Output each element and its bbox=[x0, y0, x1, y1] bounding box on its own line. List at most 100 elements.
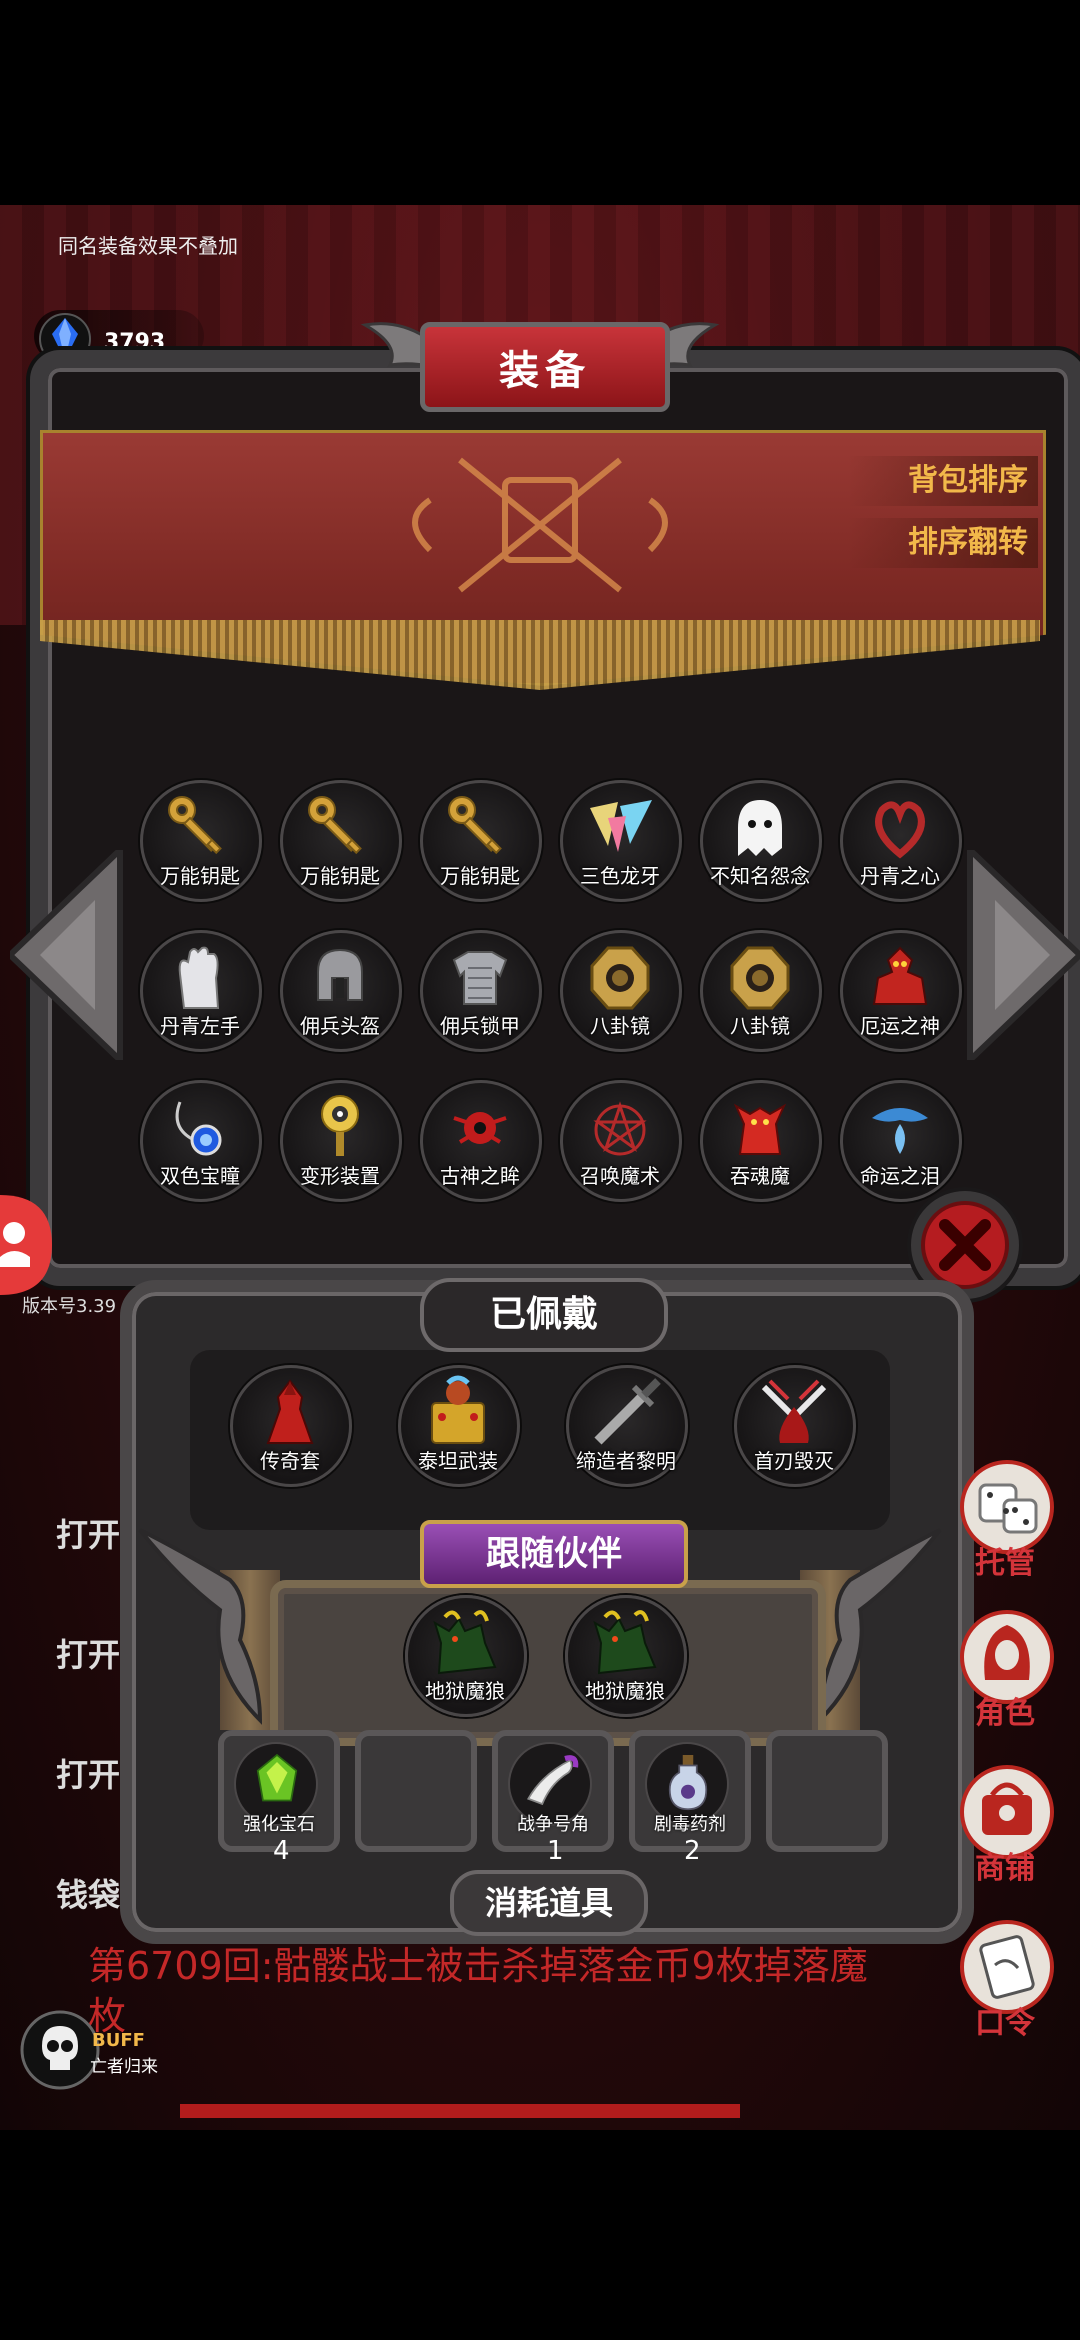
consumables-title: 消耗道具 bbox=[450, 1870, 648, 1936]
consumable-slot[interactable] bbox=[766, 1730, 888, 1852]
horn-icon bbox=[526, 1755, 579, 1806]
consumable-count: 1 bbox=[547, 1836, 564, 1866]
buff-name: 亡者归来 bbox=[90, 2057, 158, 2077]
dragon-statue-right-icon bbox=[817, 1528, 942, 1725]
inventory-slot[interactable]: 变形装置 bbox=[280, 1080, 402, 1202]
inventory-slot[interactable]: 八卦镜 bbox=[700, 930, 822, 1052]
crossed-swords-emblem-icon bbox=[412, 457, 668, 593]
slot-label: 古神之眸 bbox=[440, 1164, 520, 1188]
sort-bag-button[interactable]: 背包排序 bbox=[848, 456, 1038, 506]
blade-icon bbox=[761, 1379, 827, 1443]
robe-icon bbox=[266, 1379, 314, 1444]
version-label: 版本号3.39 bbox=[22, 1296, 117, 1317]
log-line: 打开 bbox=[56, 1516, 121, 1554]
potion-icon bbox=[668, 1755, 708, 1811]
partners-title: 跟随伙伴 bbox=[420, 1520, 688, 1588]
slot-label: 双色宝瞳 bbox=[160, 1164, 240, 1188]
slot-label: 佣兵头盔 bbox=[300, 1014, 380, 1038]
inventory-slot[interactable]: 佣兵锁甲 bbox=[420, 930, 542, 1052]
key-icon bbox=[168, 796, 222, 855]
code-button[interactable]: 口令 bbox=[955, 1920, 1065, 2041]
slot-label: 战争号角 bbox=[517, 1814, 589, 1835]
heart-icon bbox=[875, 801, 925, 859]
inventory-slot[interactable]: 召唤魔术 bbox=[560, 1080, 682, 1202]
inventory-slot[interactable]: 丹青之心 bbox=[840, 780, 962, 902]
bagua-mirror-icon bbox=[730, 946, 790, 1010]
slot-label: 万能钥匙 bbox=[300, 864, 380, 888]
bagua-mirror-icon bbox=[590, 946, 650, 1010]
consumable-slot[interactable]: 剧毒药剂 bbox=[629, 1730, 751, 1852]
key-icon bbox=[308, 796, 362, 855]
consumable-count: 2 bbox=[684, 1836, 701, 1866]
inventory-slot[interactable]: 万能钥匙 bbox=[280, 780, 402, 902]
player-avatar-icon[interactable] bbox=[0, 1195, 52, 1295]
menu-label: 口令 bbox=[975, 2006, 1035, 2041]
sort-reverse-button[interactable]: 排序翻转 bbox=[848, 518, 1038, 568]
log-line: 打开 bbox=[56, 1756, 121, 1794]
shop-button[interactable]: 商铺 bbox=[955, 1765, 1065, 1886]
hellwolf-icon bbox=[593, 1610, 657, 1675]
auto-play-button[interactable]: 托管 bbox=[955, 1460, 1065, 1581]
inventory-slot[interactable]: 丹青左手 bbox=[140, 930, 262, 1052]
hint-text: 同名装备效果不叠加 bbox=[58, 234, 238, 258]
prev-page-arrow-icon[interactable] bbox=[10, 850, 130, 1060]
equipped-slot[interactable]: 缔造者黎明 bbox=[566, 1365, 688, 1487]
inventory-slot[interactable]: 三色龙牙 bbox=[560, 780, 682, 902]
device-icon bbox=[321, 1095, 359, 1156]
key-icon bbox=[448, 796, 502, 855]
menu-label: 托管 bbox=[975, 1546, 1035, 1581]
amulet-icon bbox=[175, 1101, 222, 1156]
inventory-slot[interactable]: 万能钥匙 bbox=[420, 780, 542, 902]
slot-label: 首刃毁灭 bbox=[754, 1449, 834, 1473]
progress-bar bbox=[180, 2104, 740, 2118]
pentagram-icon bbox=[593, 1101, 647, 1156]
slot-label: 厄运之神 bbox=[860, 1014, 940, 1038]
inventory-slot[interactable]: 命运之泪 bbox=[840, 1080, 962, 1202]
equipped-slot[interactable]: 传奇套 bbox=[230, 1365, 352, 1487]
slot-label: 地狱魔狼 bbox=[425, 1679, 505, 1703]
red-demon-icon bbox=[733, 1103, 787, 1155]
slot-label: 剧毒药剂 bbox=[654, 1814, 726, 1835]
consumable-slot[interactable]: 强化宝石 bbox=[218, 1730, 340, 1852]
inventory-slot[interactable]: 佣兵头盔 bbox=[280, 930, 402, 1052]
dragon-fang-icon bbox=[590, 800, 652, 852]
skull-buff-icon[interactable] bbox=[20, 2010, 100, 2090]
equipped-title: 已佩戴 bbox=[420, 1278, 668, 1352]
inventory-slot[interactable]: 吞魂魔 bbox=[700, 1080, 822, 1202]
armor-icon bbox=[452, 951, 508, 1005]
green-gem-icon bbox=[256, 1753, 298, 1802]
buff-label: BUFF bbox=[92, 2030, 145, 2051]
slot-label: 佣兵锁甲 bbox=[440, 1014, 520, 1038]
partner-slot[interactable]: 地狱魔狼 bbox=[405, 1595, 527, 1717]
slot-label: 缔造者黎明 bbox=[576, 1449, 676, 1473]
inventory-slot[interactable]: 古神之眸 bbox=[420, 1080, 542, 1202]
equipped-slot[interactable]: 泰坦武装 bbox=[398, 1365, 520, 1487]
log-line: 打开 bbox=[56, 1636, 121, 1674]
consumable-slot[interactable]: 战争号角 bbox=[492, 1730, 614, 1852]
next-page-arrow-icon[interactable] bbox=[960, 850, 1080, 1060]
log-line: 钱袋 bbox=[56, 1876, 121, 1914]
inventory-slot[interactable]: 厄运之神 bbox=[840, 930, 962, 1052]
slot-label: 传奇套 bbox=[260, 1449, 320, 1473]
ghost-icon bbox=[738, 800, 782, 856]
slot-label: 泰坦武装 bbox=[418, 1449, 498, 1473]
sword-icon bbox=[594, 1378, 661, 1445]
helmet-icon bbox=[317, 948, 363, 1001]
equipped-slot[interactable]: 首刃毁灭 bbox=[734, 1365, 856, 1487]
slot-label: 不知名怨念 bbox=[710, 864, 810, 888]
inventory-slot[interactable]: 不知名怨念 bbox=[700, 780, 822, 902]
slot-label: 三色龙牙 bbox=[580, 864, 660, 888]
slot-label: 强化宝石 bbox=[243, 1814, 315, 1835]
glove-icon bbox=[178, 946, 220, 1009]
partner-frame bbox=[270, 1580, 826, 1746]
slot-label: 八卦镜 bbox=[730, 1014, 790, 1038]
partner-slot[interactable]: 地狱魔狼 bbox=[565, 1595, 687, 1717]
consumable-slot[interactable] bbox=[355, 1730, 477, 1852]
tear-icon bbox=[872, 1108, 928, 1154]
inventory-slot[interactable]: 双色宝瞳 bbox=[140, 1080, 262, 1202]
inventory-slot[interactable]: 万能钥匙 bbox=[140, 780, 262, 902]
hellwolf-icon bbox=[433, 1610, 497, 1675]
character-button[interactable]: 角色 bbox=[955, 1610, 1065, 1731]
slot-label: 丹青左手 bbox=[160, 1014, 240, 1038]
inventory-slot[interactable]: 八卦镜 bbox=[560, 930, 682, 1052]
